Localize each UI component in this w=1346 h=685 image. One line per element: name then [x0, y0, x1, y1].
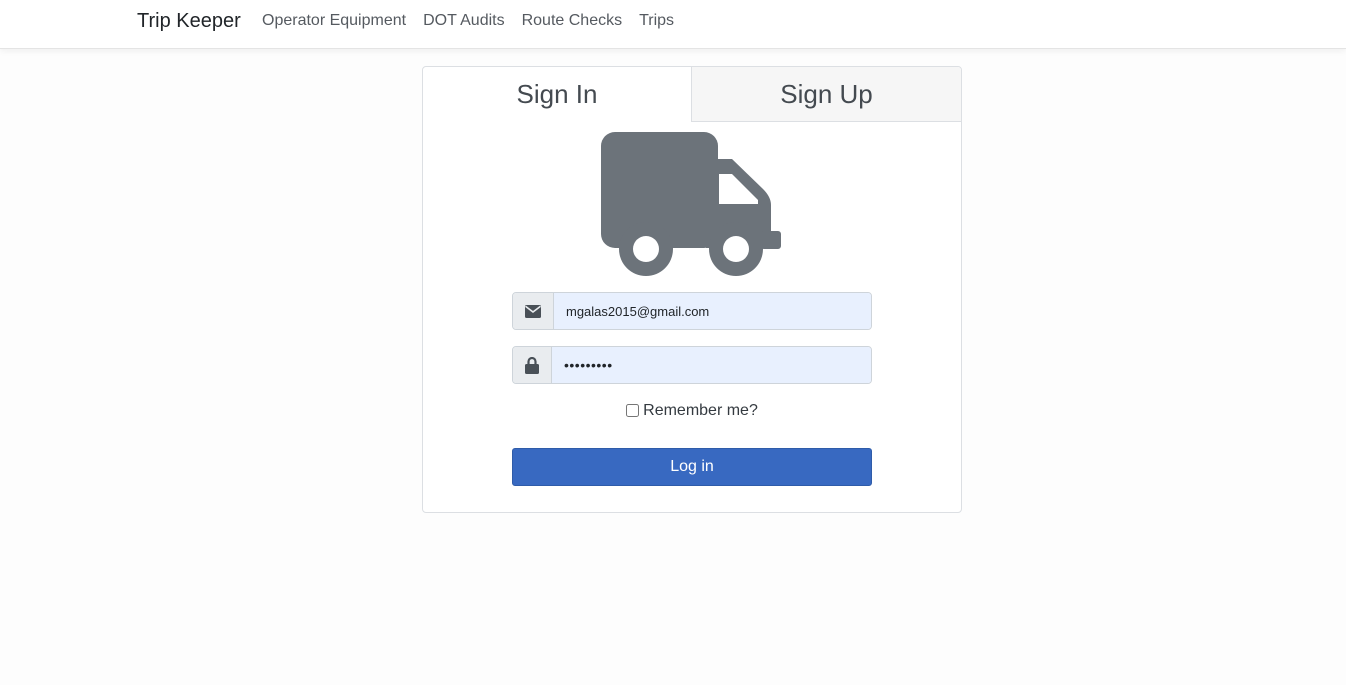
truck-icon — [601, 132, 781, 276]
email-field[interactable] — [554, 293, 871, 329]
password-input-group — [512, 346, 872, 384]
login-button[interactable]: Log in — [512, 448, 872, 486]
top-navbar: Trip Keeper Operator Equipment DOT Audit… — [0, 0, 1346, 49]
brand-link[interactable]: Trip Keeper — [137, 10, 241, 33]
remember-me-label: Remember me? — [643, 402, 758, 419]
envelope-icon — [513, 293, 554, 329]
nav-link-operator-equipment[interactable]: Operator Equipment — [262, 12, 406, 30]
password-field[interactable] — [552, 347, 871, 383]
nav-link-trips[interactable]: Trips — [639, 12, 674, 30]
tab-sign-up[interactable]: Sign Up — [692, 67, 961, 122]
email-input-group — [512, 292, 872, 330]
remember-me-checkbox[interactable] — [626, 403, 640, 417]
auth-card: Sign In Sign Up mgalas2015@gmail.com •••… — [422, 66, 962, 513]
nav-links: Operator Equipment DOT Audits Route Chec… — [262, 12, 691, 30]
lock-icon — [513, 347, 552, 383]
nav-link-route-checks[interactable]: Route Checks — [522, 12, 623, 30]
remember-me: Remember me? — [423, 402, 961, 420]
auth-tabs: Sign In Sign Up — [423, 67, 961, 122]
tab-sign-in[interactable]: Sign In — [423, 67, 692, 122]
nav-link-dot-audits[interactable]: DOT Audits — [423, 12, 505, 30]
